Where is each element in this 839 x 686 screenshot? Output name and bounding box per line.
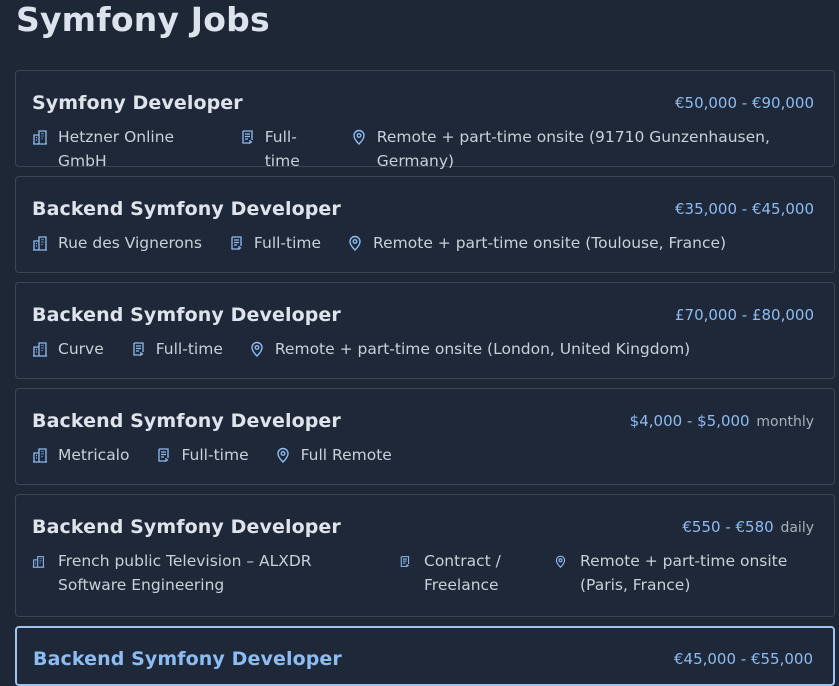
job-card[interactable]: Backend Symfony Developer €550 - €580 da… [15,494,835,617]
employment-type-label: Full-time [264,128,300,170]
job-card[interactable]: Backend Symfony Developer €45,000 - €55,… [15,626,835,686]
job-title[interactable]: Backend Symfony Developer [32,197,341,221]
company-name: French public Television – ALXDR Softwar… [58,552,312,594]
building-icon [32,443,50,467]
salary-range: €50,000 - €90,000 [674,94,814,112]
company-name: Metricalo [58,446,130,464]
job-title[interactable]: Backend Symfony Developer [32,409,341,433]
location: Remote + part-time onsite (London, Unite… [249,337,690,361]
building-icon [32,125,50,149]
salary-range: £70,000 - £80,000 [674,306,814,324]
map-pin-icon [249,337,267,361]
location: Remote + part-time onsite (Paris, France… [554,549,794,597]
salary-range: €45,000 - €55,000 [673,650,813,668]
job-title[interactable]: Backend Symfony Developer [32,303,341,327]
job-card[interactable]: Symfony Developer €50,000 - €90,000 Hetz… [15,70,835,170]
job-title[interactable]: Backend Symfony Developer [33,647,342,671]
company-name: Hetzner Online GmbH [58,128,175,170]
contract-icon [130,337,148,361]
employment-type: Contract / Freelance [398,549,518,597]
map-pin-icon [554,549,572,573]
salary: £70,000 - £80,000 [675,305,814,325]
building-icon [32,549,50,573]
job-title[interactable]: Symfony Developer [32,91,243,115]
salary: $4,000 - $5,000 monthly [630,411,814,432]
company: French public Television – ALXDR Softwar… [32,549,372,597]
building-icon [32,337,50,361]
location: Full Remote [275,443,392,467]
employment-type: Full-time [130,337,223,361]
location-label: Remote + part-time onsite (Toulouse, Fra… [373,234,727,252]
salary-period: daily [780,520,814,536]
location-label: Remote + part-time onsite (Paris, France… [580,552,788,594]
company: Rue des Vignerons [32,231,202,255]
employment-type-label: Full-time [253,234,322,252]
location: Remote + part-time onsite (Toulouse, Fra… [347,231,726,255]
location-label: Remote + part-time onsite (London, Unite… [274,340,691,358]
employment-type-label: Full-time [181,446,249,464]
salary: €35,000 - €45,000 [675,199,814,219]
employment-type-label: Full-time [155,340,223,358]
salary: €550 - €580 daily [682,517,814,538]
contract-icon [398,549,416,573]
contract-icon [228,231,246,255]
page-title: Symfony Jobs [16,0,270,39]
contract-icon [239,125,257,149]
job-list: Symfony Developer €50,000 - €90,000 Hetz… [15,70,835,686]
contract-icon [155,443,173,467]
location: Remote + part-time onsite (91710 Gunzenh… [351,125,814,173]
employment-type: Full-time [155,443,249,467]
job-card[interactable]: Backend Symfony Developer £70,000 - £80,… [15,282,835,379]
job-title[interactable]: Backend Symfony Developer [32,515,341,539]
company: Curve [32,337,104,361]
salary: €45,000 - €55,000 [674,649,813,669]
employment-type-label: Contract / Freelance [424,552,501,594]
building-icon [32,231,50,255]
job-card[interactable]: Backend Symfony Developer €35,000 - €45,… [15,176,835,273]
company: Metricalo [32,443,129,467]
job-card[interactable]: Backend Symfony Developer $4,000 - $5,00… [15,388,835,485]
salary-range: €550 - €580 [682,518,774,536]
map-pin-icon [347,231,365,255]
salary: €50,000 - €90,000 [675,93,814,113]
map-pin-icon [275,443,293,467]
map-pin-icon [351,125,369,149]
company-name: Rue des Vignerons [58,234,202,252]
employment-type: Full-time [239,125,325,173]
location-label: Full Remote [300,446,392,464]
company: Hetzner Online GmbH [32,125,213,173]
company-name: Curve [58,340,104,358]
location-label: Remote + part-time onsite (91710 Gunzenh… [376,128,770,170]
salary-range: $4,000 - $5,000 [629,412,750,430]
salary-range: €35,000 - €45,000 [674,200,814,218]
employment-type: Full-time [228,231,321,255]
salary-period: monthly [756,414,814,430]
